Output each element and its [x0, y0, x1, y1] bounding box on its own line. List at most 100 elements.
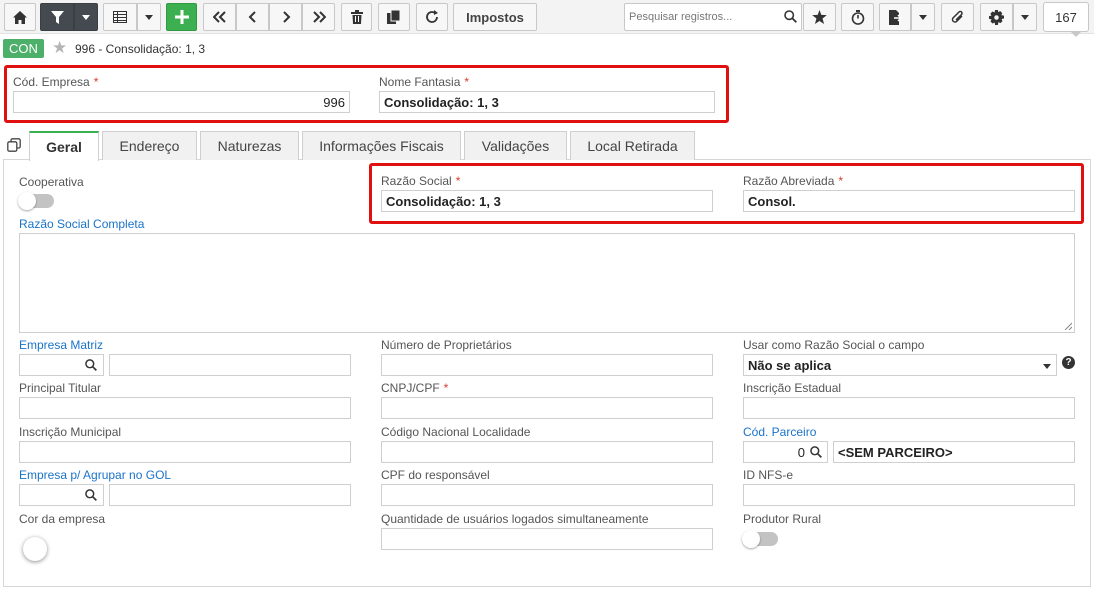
inscricao-municipal-input[interactable]	[19, 441, 351, 463]
cor-empresa-label: Cor da empresa	[19, 512, 106, 526]
tab-informacoes-fiscais[interactable]: Informações Fiscais	[302, 131, 461, 160]
impostos-button[interactable]: Impostos	[453, 3, 537, 31]
usar-como-select[interactable]: Não se aplica	[743, 354, 1057, 376]
export-button[interactable]	[879, 3, 911, 31]
empresa-gol-code-input[interactable]	[19, 484, 104, 506]
star-icon	[812, 10, 827, 24]
next-icon	[282, 11, 290, 23]
id-nfse-input[interactable]	[743, 484, 1075, 506]
grid-view-dropdown[interactable]	[137, 3, 161, 31]
duplicate-button[interactable]	[378, 3, 410, 31]
cod-parceiro-label[interactable]: Cód. Parceiro	[743, 425, 816, 439]
resize-handle-icon[interactable]	[1064, 322, 1072, 330]
num-proprietarios-label: Número de Proprietários	[381, 338, 512, 352]
tab-validacoes[interactable]: Validações	[464, 131, 567, 160]
home-icon	[13, 10, 27, 24]
chevron-down-icon	[1021, 14, 1029, 20]
cod-parceiro-input[interactable]: 0	[743, 441, 828, 463]
produtor-rural-label: Produtor Rural	[743, 512, 822, 526]
highlight-box-top-fields	[4, 65, 729, 123]
color-picker[interactable]	[23, 537, 47, 561]
refresh-button[interactable]	[416, 3, 448, 31]
chevron-down-icon	[919, 14, 927, 20]
cnpj-input[interactable]	[381, 397, 713, 419]
clone-icon[interactable]	[7, 138, 21, 155]
cpf-responsavel-input[interactable]	[381, 484, 713, 506]
inscricao-estadual-input[interactable]	[743, 397, 1075, 419]
usar-como-label: Usar como Razão Social o campo	[743, 338, 925, 352]
search-icon[interactable]	[810, 446, 822, 461]
razao-completa-textarea[interactable]	[19, 233, 1075, 333]
prev-icon	[248, 11, 256, 23]
favorite-button[interactable]	[803, 3, 836, 31]
next-record-button[interactable]	[269, 3, 302, 31]
required-marker: *	[443, 381, 449, 395]
cod-parceiro-value: 0	[797, 444, 805, 460]
tab-naturezas[interactable]: Naturezas	[200, 131, 299, 160]
impostos-label: Impostos	[466, 9, 524, 25]
chevron-down-icon	[145, 14, 153, 20]
cnpj-label: CNPJ/CPF *	[381, 381, 449, 395]
settings-button[interactable]	[980, 3, 1013, 31]
grid-icon	[113, 11, 127, 23]
parceiro-name-input[interactable]: <SEM PARCEIRO>	[833, 441, 1075, 463]
tab-local-retirada[interactable]: Local Retirada	[570, 131, 695, 160]
settings-dropdown[interactable]	[1013, 3, 1037, 31]
timer-button[interactable]	[841, 3, 874, 31]
empresa-gol-name-input[interactable]	[109, 484, 351, 506]
search-icon[interactable]	[784, 10, 797, 23]
home-button[interactable]	[4, 3, 36, 31]
last-record-button[interactable]	[302, 3, 335, 31]
grid-view-button[interactable]	[103, 3, 137, 31]
principal-titular-input[interactable]	[19, 397, 351, 419]
qtd-usuarios-label: Quantidade de usuários logados simultane…	[381, 512, 649, 526]
highlight-box-razao	[369, 163, 1084, 224]
cooperativa-toggle[interactable]	[18, 192, 54, 210]
attachments-button[interactable]	[941, 3, 974, 31]
razao-completa-label[interactable]: Razão Social Completa	[19, 217, 144, 231]
chevron-down-icon	[1043, 364, 1051, 369]
delete-button[interactable]	[341, 3, 372, 31]
export-dropdown[interactable]	[911, 3, 935, 31]
codigo-nacional-input[interactable]	[381, 441, 713, 463]
num-proprietarios-input[interactable]	[381, 354, 713, 376]
search-box[interactable]	[624, 3, 802, 31]
page-title: 996 - Consolidação: 1, 3	[75, 42, 206, 56]
empresa-matriz-name-input[interactable]	[109, 354, 351, 376]
codigo-nacional-label: Código Nacional Localidade	[381, 425, 531, 439]
empresa-matriz-label[interactable]: Empresa Matriz	[19, 338, 103, 352]
produtor-rural-toggle[interactable]	[742, 530, 778, 548]
tab-geral[interactable]: Geral	[29, 131, 99, 161]
principal-titular-label: Principal Titular	[19, 381, 102, 395]
toolbar: Impostos	[0, 0, 1094, 34]
star-icon[interactable]: ★	[52, 38, 67, 58]
usar-como-value: Não se aplica	[748, 357, 832, 373]
trash-icon	[350, 10, 363, 24]
stopwatch-icon	[851, 9, 864, 25]
module-badge: CON	[3, 39, 44, 58]
question-icon[interactable]: ?	[1062, 356, 1075, 369]
export-icon	[888, 9, 902, 25]
empresa-gol-label[interactable]: Empresa p/ Agrupar no GOL	[19, 468, 171, 482]
inscricao-municipal-label: Inscrição Municipal	[19, 425, 122, 439]
record-count: 167	[1043, 2, 1089, 32]
qtd-usuarios-input[interactable]	[381, 528, 713, 550]
search-icon[interactable]	[85, 489, 97, 504]
id-nfse-label: ID NFS-e	[743, 468, 794, 482]
empresa-matriz-code-input[interactable]	[19, 354, 104, 376]
filter-dropdown[interactable]	[74, 3, 98, 31]
search-icon[interactable]	[85, 359, 97, 374]
inscricao-estadual-label: Inscrição Estadual	[743, 381, 842, 395]
first-record-button[interactable]	[203, 3, 236, 31]
previous-record-button[interactable]	[236, 3, 269, 31]
add-button[interactable]	[166, 3, 197, 31]
toggle-knob	[742, 530, 760, 548]
filter-icon	[50, 10, 64, 24]
cpf-responsavel-label: CPF do responsável	[381, 468, 490, 482]
filter-button[interactable]	[40, 3, 74, 31]
tab-endereco[interactable]: Endereço	[102, 131, 197, 160]
search-input[interactable]	[625, 4, 775, 30]
plus-icon	[174, 10, 189, 24]
copy-icon	[387, 10, 401, 24]
paperclip-icon	[951, 10, 963, 23]
